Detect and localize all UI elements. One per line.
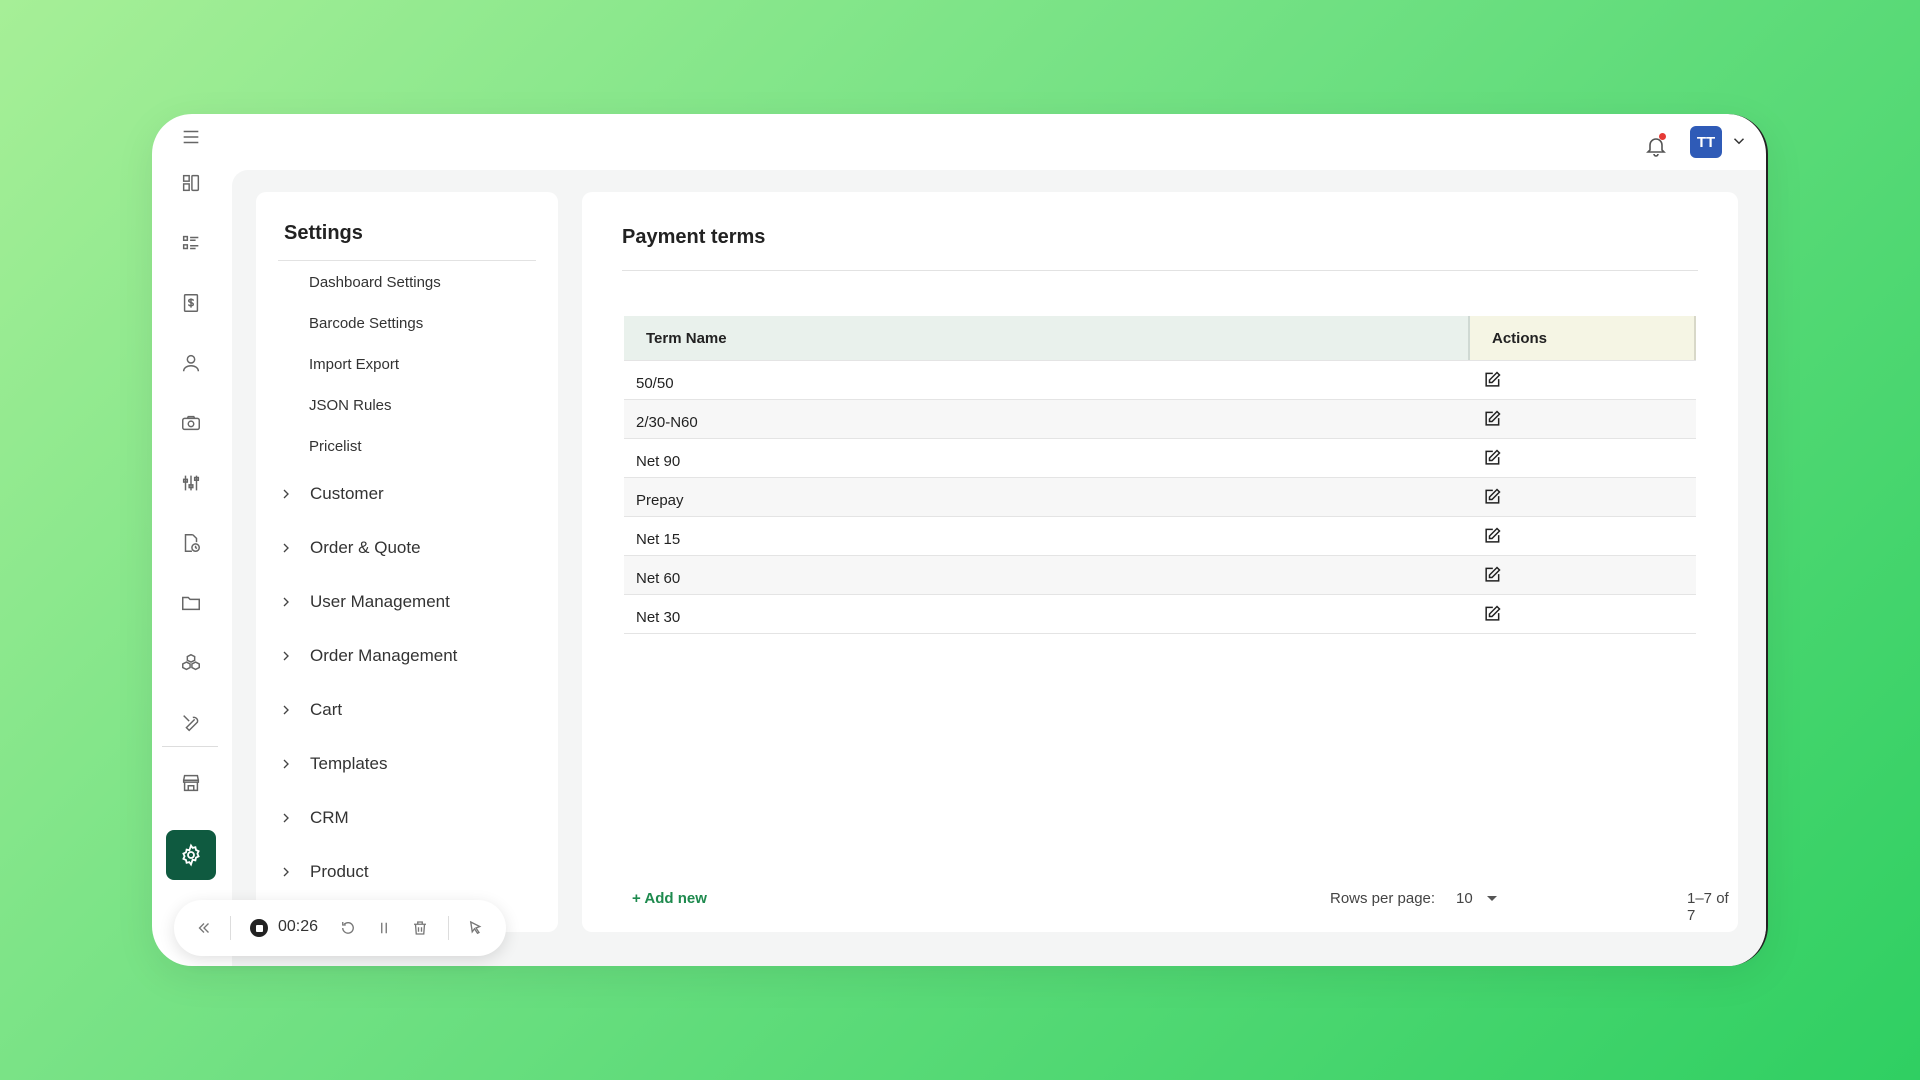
settings-item-dashboard[interactable]: Dashboard Settings	[309, 274, 441, 291]
stop-recording-icon[interactable]	[250, 919, 268, 937]
edit-icon[interactable]	[1470, 556, 1696, 594]
sliders-icon[interactable]	[176, 468, 206, 498]
edit-icon[interactable]	[1470, 400, 1696, 438]
settings-group-templates[interactable]: Templates	[278, 754, 387, 774]
group-label: Customer	[310, 484, 384, 503]
add-new-button[interactable]: + Add new	[632, 890, 707, 907]
table-row[interactable]: 50/50	[624, 360, 1696, 399]
table-row[interactable]: 2/30-N60	[624, 399, 1696, 438]
term-name-cell: Net 15	[636, 530, 681, 548]
settings-title: Settings	[284, 222, 363, 244]
settings-group-cart[interactable]: Cart	[278, 700, 342, 720]
table-row[interactable]: Net 60	[624, 555, 1696, 594]
settings-group-customer[interactable]: Customer	[278, 484, 384, 504]
restart-icon[interactable]	[336, 916, 360, 940]
collapse-icon[interactable]	[192, 916, 216, 940]
settings-group-order-management[interactable]: Order Management	[278, 646, 457, 666]
settings-panel: Settings Dashboard Settings Barcode Sett…	[256, 192, 558, 932]
term-name-cell: Net 30	[636, 608, 681, 626]
notification-dot	[1659, 133, 1666, 140]
group-label: Order & Quote	[310, 538, 421, 557]
table-header: Term Name Actions	[624, 316, 1696, 360]
edit-icon[interactable]	[1470, 517, 1696, 555]
table-body: 50/50 2/30-N60 Net 90 Prepay Net 15 Net …	[624, 360, 1696, 634]
title-divider	[622, 270, 1698, 271]
chevron-right-icon	[283, 597, 289, 607]
rows-per-page-value: 10	[1456, 890, 1473, 907]
settings-item-json-rules[interactable]: JSON Rules	[309, 397, 392, 414]
list-icon[interactable]	[176, 228, 206, 258]
term-name-cell: 50/50	[636, 374, 674, 392]
user-icon[interactable]	[176, 348, 206, 378]
edit-icon[interactable]	[1470, 595, 1696, 633]
store-icon[interactable]	[176, 768, 206, 798]
edit-icon[interactable]	[1470, 361, 1696, 399]
trash-icon[interactable]	[408, 916, 432, 940]
term-name-cell: Prepay	[636, 491, 684, 509]
table-row[interactable]: Prepay	[624, 477, 1696, 516]
caret-down-icon	[1486, 896, 1497, 901]
menu-icon[interactable]	[176, 122, 206, 152]
folder-icon[interactable]	[176, 588, 206, 618]
group-label: CRM	[310, 808, 349, 827]
chevron-right-icon	[283, 813, 289, 823]
settings-item-barcode[interactable]: Barcode Settings	[309, 315, 423, 332]
payment-terms-panel: Payment terms Term Name Actions 50/50 2/…	[582, 192, 1738, 932]
cursor-icon[interactable]	[464, 916, 488, 940]
camera-icon[interactable]	[176, 408, 206, 438]
app-window: TT Settings Dashboard Settings Barcode S…	[152, 114, 1768, 966]
group-label: Order Management	[310, 646, 458, 665]
chevron-right-icon	[283, 759, 289, 769]
rows-per-page-select[interactable]: 10	[1456, 890, 1497, 907]
chevron-down-icon[interactable]	[1730, 132, 1750, 152]
settings-group-order-quote[interactable]: Order & Quote	[278, 538, 421, 558]
pause-icon[interactable]	[372, 916, 396, 940]
term-name-cell: Net 60	[636, 569, 681, 587]
chevron-right-icon	[283, 705, 289, 715]
settings-divider	[278, 260, 536, 261]
group-label: User Management	[310, 592, 450, 611]
pagination-range: 1–7 of 7	[1687, 890, 1729, 924]
chevron-right-icon	[283, 651, 289, 661]
page-title: Payment terms	[622, 226, 766, 248]
left-rail	[152, 114, 228, 966]
payment-terms-table: Term Name Actions 50/50 2/30-N60 Net 90 …	[624, 316, 1696, 634]
chevron-right-icon	[283, 867, 289, 877]
rail-divider	[162, 746, 218, 747]
column-header-term-name[interactable]: Term Name	[624, 316, 1470, 360]
separator	[230, 916, 231, 940]
settings-item-pricelist[interactable]: Pricelist	[309, 438, 362, 455]
column-header-actions: Actions	[1470, 316, 1696, 360]
table-row[interactable]: Net 30	[624, 594, 1696, 633]
settings-group-user-management[interactable]: User Management	[278, 592, 450, 612]
bell-icon[interactable]	[1640, 130, 1672, 162]
edit-icon[interactable]	[1470, 478, 1696, 516]
rows-per-page-label: Rows per page:	[1330, 890, 1436, 907]
term-name-cell: 2/30-N60	[636, 413, 698, 431]
settings-group-crm[interactable]: CRM	[278, 808, 349, 828]
separator	[448, 916, 449, 940]
term-name-cell: Net 90	[636, 452, 681, 470]
recording-time: 00:26	[278, 918, 319, 935]
settings-item-import-export[interactable]: Import Export	[309, 356, 399, 373]
group-label: Templates	[310, 754, 388, 773]
table-footer: + Add new Rows per page: 10 1–7 of 7	[582, 890, 1738, 924]
group-label: Cart	[310, 700, 343, 719]
chevron-right-icon	[283, 543, 289, 553]
chevron-right-icon	[283, 489, 289, 499]
gear-icon[interactable]	[166, 830, 216, 880]
edit-icon[interactable]	[1470, 439, 1696, 477]
settings-group-product[interactable]: Product	[278, 862, 369, 882]
table-row[interactable]: Net 15	[624, 516, 1696, 555]
invoice-icon[interactable]	[176, 288, 206, 318]
boxes-icon[interactable]	[176, 648, 206, 678]
recorder-toolbar: 00:26	[174, 900, 506, 956]
tools-icon[interactable]	[176, 708, 206, 738]
document-clock-icon[interactable]	[176, 528, 206, 558]
table-row[interactable]: Net 90	[624, 438, 1696, 477]
group-label: Product	[310, 862, 369, 881]
avatar[interactable]: TT	[1690, 126, 1722, 158]
dashboard-icon[interactable]	[176, 168, 206, 198]
